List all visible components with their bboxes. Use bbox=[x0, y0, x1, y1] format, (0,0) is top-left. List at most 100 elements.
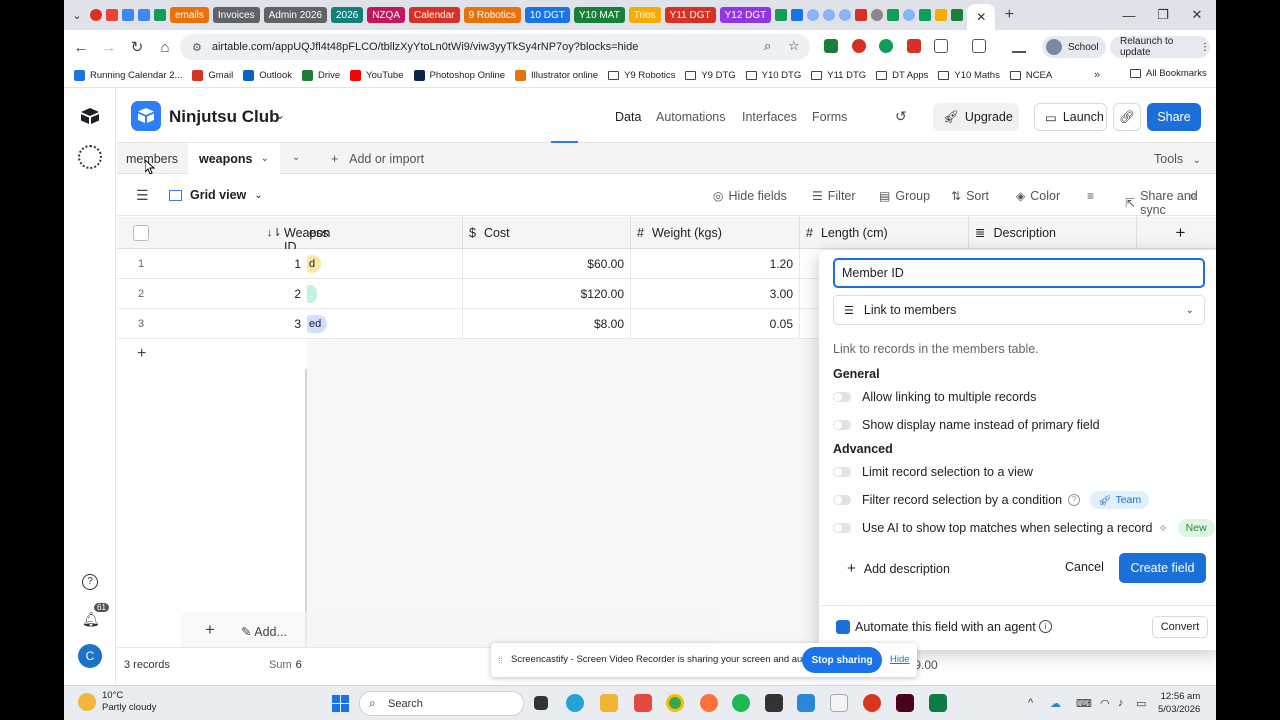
spotify-icon[interactable] bbox=[732, 694, 750, 712]
acrobat-icon[interactable] bbox=[863, 694, 881, 712]
row-height-button[interactable]: ≡ bbox=[1087, 189, 1099, 203]
option-filter-by-condition[interactable]: Filter record selection by a condition? 🚀… bbox=[833, 491, 1150, 509]
add-field-button[interactable]: + bbox=[1137, 217, 1216, 249]
firefox-icon[interactable] bbox=[700, 694, 718, 712]
weight-cell[interactable]: 3.00 bbox=[631, 279, 800, 309]
sort-button[interactable]: ⇅ Sort bbox=[951, 189, 989, 203]
clock[interactable]: 12:56 am 5/03/2026 bbox=[1158, 690, 1200, 716]
views-sidebar-toggle-icon[interactable]: ☰ bbox=[136, 187, 149, 204]
weapon-id-cell[interactable]: 2 bbox=[294, 287, 301, 301]
tab-favicon[interactable] bbox=[887, 9, 900, 21]
table-row[interactable]: 22 bbox=[117, 279, 307, 309]
column-header-cost[interactable]: $ Cost bbox=[463, 217, 631, 249]
history-icon[interactable]: ↺ bbox=[895, 108, 907, 125]
task-view-icon[interactable] bbox=[534, 696, 548, 710]
toggle-switch[interactable] bbox=[833, 523, 851, 533]
sheets-tab-icon[interactable] bbox=[154, 9, 166, 21]
add-description-button[interactable]: + Add description bbox=[847, 560, 950, 577]
tab-group-pill[interactable]: Admin 2026 bbox=[263, 7, 327, 23]
hide-fields-button[interactable]: ◎ Hide fields bbox=[713, 189, 787, 203]
option-ai-top-matches[interactable]: Use AI to show top matches when selectin… bbox=[833, 519, 1215, 537]
length-cell[interactable] bbox=[800, 309, 820, 339]
field-type-select[interactable]: ☰ Link to members ⌄ bbox=[833, 295, 1205, 325]
home-icon[interactable]: ⌂ bbox=[152, 39, 178, 56]
length-cell[interactable] bbox=[800, 279, 820, 309]
tab-favicon[interactable] bbox=[775, 9, 788, 21]
tab-group-pill[interactable]: Y12 DGT bbox=[719, 7, 772, 23]
download-icon[interactable] bbox=[1012, 39, 1026, 53]
tab-favicon[interactable] bbox=[823, 9, 836, 21]
share-button[interactable]: Share bbox=[1147, 103, 1201, 131]
select-all-checkbox[interactable] bbox=[133, 225, 149, 241]
volume-icon[interactable]: ♪ bbox=[1118, 697, 1124, 709]
app-icon[interactable] bbox=[797, 694, 815, 712]
tab-group-pill[interactable]: Y11 DGT bbox=[664, 7, 716, 23]
table-row[interactable]: 11 bbox=[117, 249, 307, 279]
screencastify-extension-icon[interactable] bbox=[907, 39, 921, 53]
bookmark-star-icon[interactable]: ☆ bbox=[788, 38, 800, 54]
user-avatar[interactable]: C bbox=[78, 644, 102, 668]
tray-overflow-icon[interactable]: ^ bbox=[1028, 697, 1033, 709]
bookmarks-overflow-icon[interactable]: » bbox=[1094, 69, 1100, 81]
automate-checkbox[interactable] bbox=[836, 620, 850, 634]
office-icon[interactable] bbox=[634, 694, 652, 712]
back-icon[interactable]: ← bbox=[68, 39, 94, 56]
minimize-icon[interactable]: — bbox=[1112, 0, 1146, 30]
bookmark-item[interactable]: Outlook bbox=[243, 70, 292, 81]
all-tables-chevron-icon[interactable]: ⌄ bbox=[292, 152, 300, 163]
nav-forms[interactable]: Forms bbox=[812, 110, 847, 124]
add-record-button[interactable]: + bbox=[117, 339, 307, 369]
tab-group-pill[interactable]: emails bbox=[170, 7, 209, 23]
tab-favicon[interactable] bbox=[90, 9, 102, 21]
primary-column-header[interactable]: ↓⇂ Weapon ID bbox=[117, 217, 330, 254]
language-icon[interactable]: ⌨ bbox=[1076, 697, 1092, 710]
bookmark-item[interactable]: Y10 Maths bbox=[938, 70, 1000, 81]
group-button[interactable]: ▤ Group bbox=[879, 189, 930, 203]
hide-link[interactable]: Hide bbox=[890, 654, 910, 665]
tab-search-chevron-icon[interactable]: ⌄ bbox=[64, 9, 90, 22]
base-name[interactable]: Ninjutsu Club bbox=[169, 107, 279, 127]
tools-menu[interactable]: Tools ⌄ bbox=[1154, 152, 1201, 166]
weapon-id-cell[interactable]: 1 bbox=[294, 257, 301, 271]
profile-button[interactable]: School bbox=[1042, 36, 1106, 58]
chevron-down-icon[interactable]: ⌄ bbox=[261, 153, 269, 164]
length-cell[interactable] bbox=[800, 249, 820, 279]
plus-icon[interactable]: + bbox=[205, 620, 215, 640]
tab-group-pill[interactable]: Calendar bbox=[409, 7, 460, 23]
extension-icon[interactable] bbox=[879, 39, 893, 53]
stop-sharing-button[interactable]: Stop sharing bbox=[802, 647, 882, 673]
onedrive-icon[interactable]: ☁ bbox=[1050, 697, 1061, 710]
linked-record-cell[interactable]: d bbox=[303, 249, 463, 279]
column-header-partial[interactable]: ess bbox=[307, 217, 463, 249]
bookmark-item[interactable]: Drive bbox=[301, 70, 340, 81]
file-explorer-icon[interactable] bbox=[600, 694, 618, 712]
nav-data[interactable]: Data bbox=[615, 110, 641, 124]
zoom-icon[interactable]: ⌕ bbox=[764, 38, 771, 54]
nav-automations[interactable]: Automations bbox=[656, 110, 725, 124]
option-allow-multiple[interactable]: Allow linking to multiple records bbox=[833, 390, 1036, 404]
notifications-bell-icon[interactable]: 🔔︎ bbox=[82, 611, 100, 628]
weather-widget[interactable]: 10°C Partly cloudy bbox=[78, 690, 156, 714]
url-input[interactable]: ⚙ airtable.com/appUQJfl4t48pFLCO/tbllzXy… bbox=[180, 34, 810, 60]
add-or-import-button[interactable]: + Add or import bbox=[331, 152, 424, 166]
field-name-input[interactable]: Member ID bbox=[833, 258, 1205, 288]
nav-interfaces[interactable]: Interfaces bbox=[742, 110, 797, 124]
bookmark-item[interactable]: Y10 DTG bbox=[745, 70, 801, 81]
add-extension-button[interactable]: ✎ Add... bbox=[241, 624, 287, 639]
docs-tab-icon[interactable] bbox=[122, 9, 134, 21]
weight-cell[interactable]: 1.20 bbox=[631, 249, 800, 279]
bookmark-item[interactable]: YouTube bbox=[350, 70, 404, 81]
tab-weapons[interactable]: weapons ⌄ bbox=[188, 143, 280, 174]
tab-group-pill[interactable]: Y10 MAT bbox=[573, 7, 625, 23]
color-button[interactable]: ◈ Color bbox=[1016, 189, 1060, 203]
extensions-puzzle-icon[interactable] bbox=[934, 39, 948, 53]
drag-handle-icon[interactable]: ⁞⁞ bbox=[498, 655, 503, 665]
bookmark-item[interactable]: Running Calendar 2... bbox=[74, 70, 182, 81]
new-tab-icon[interactable]: + bbox=[995, 6, 1023, 24]
bookmark-item[interactable]: Y11 DTG bbox=[811, 70, 866, 81]
toggle-switch[interactable] bbox=[833, 392, 851, 402]
table-row[interactable]: 33 bbox=[117, 309, 307, 339]
extension-icon[interactable] bbox=[824, 39, 838, 53]
help-icon[interactable]: ? bbox=[1068, 494, 1081, 506]
airtable-home-icon[interactable] bbox=[80, 107, 100, 125]
